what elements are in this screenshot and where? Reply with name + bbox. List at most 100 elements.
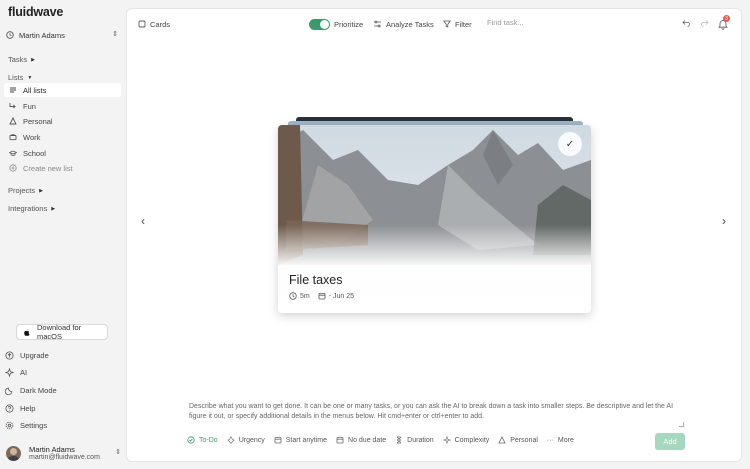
section-tasks[interactable]: Tasks ▶ xyxy=(8,55,35,64)
find-task-input[interactable]: Find task... xyxy=(487,18,524,27)
section-projects[interactable]: Projects ▶ xyxy=(8,186,43,195)
apple-icon xyxy=(23,328,31,337)
workspace-name: Martin Adams xyxy=(19,30,65,40)
square-icon xyxy=(138,20,146,28)
chip-label: Personal xyxy=(510,436,538,444)
workspace-switcher[interactable]: Martin Adams ⇕ xyxy=(6,30,120,40)
sidebar-item-dark-mode[interactable]: Dark Mode xyxy=(5,384,57,396)
cards-label: Cards xyxy=(150,19,171,29)
due-date-chip[interactable]: No due date xyxy=(336,436,386,444)
sidebar-item-label: Create new list xyxy=(23,163,73,173)
next-card-arrow[interactable]: › xyxy=(722,214,726,228)
create-new-list-button[interactable]: Create new list xyxy=(4,161,121,175)
plus-circle-icon xyxy=(9,164,17,172)
list-chip[interactable]: Personal xyxy=(498,436,538,444)
sidebar-item-label: Dark Mode xyxy=(20,385,57,395)
clock-icon xyxy=(289,292,297,300)
sidebar-item-ai[interactable]: AI xyxy=(5,366,27,378)
circle-check-icon xyxy=(187,436,195,444)
enter-icon xyxy=(9,102,17,110)
download-label: Download for macOS xyxy=(37,323,82,341)
more-chip[interactable]: ··· More xyxy=(547,437,574,444)
task-composer-input[interactable]: Describe what you want to get done. It c… xyxy=(189,402,689,422)
filter-icon xyxy=(443,20,451,28)
sidebar-item-label: Upgrade xyxy=(20,350,49,360)
chevron-updown-icon: ⇕ xyxy=(115,449,121,456)
gear-icon xyxy=(5,421,14,430)
caret-down-icon: ▼ xyxy=(27,74,33,81)
avatar xyxy=(6,446,21,461)
cards-view-button[interactable]: Cards xyxy=(138,18,170,30)
chip-label: Start anytime xyxy=(285,436,328,444)
urgency-chip[interactable]: Urgency xyxy=(227,436,265,444)
analyze-label: Analyze Tasks xyxy=(386,19,434,29)
chip-label: More xyxy=(557,436,574,444)
section-tasks-label: Tasks xyxy=(8,55,28,64)
chevron-updown-icon: ⇕ xyxy=(112,31,118,38)
sparkle-icon xyxy=(5,367,14,377)
filter-button[interactable]: Filter xyxy=(443,18,472,30)
brand-logo: fluidwave xyxy=(8,5,64,19)
calendar-icon xyxy=(336,436,344,444)
composer-options: To-Do Urgency Start anytime No due date … xyxy=(187,436,583,444)
sidebar-item-label: AI xyxy=(20,367,28,377)
caret-right-icon: ▶ xyxy=(39,187,43,194)
sidebar-item-fun[interactable]: Fun xyxy=(4,99,121,113)
due-value: - Jun 25 xyxy=(328,292,355,300)
user-name: Martin Adams xyxy=(29,445,75,454)
calendar-icon xyxy=(274,436,282,444)
toggle-switch[interactable] xyxy=(309,18,330,30)
sidebar-item-all-lists[interactable]: All lists xyxy=(4,83,121,97)
sidebar-item-upgrade[interactable]: Upgrade xyxy=(5,349,49,361)
sidebar-item-label: Fun xyxy=(23,101,36,111)
sidebar-item-label: Work xyxy=(23,132,41,142)
redo-icon[interactable] xyxy=(700,19,709,27)
main-panel: Cards Prioritize Analyze Tasks Filter Fi… xyxy=(126,8,742,462)
sidebar-item-settings[interactable]: Settings xyxy=(5,419,47,431)
prioritize-toggle[interactable]: Prioritize xyxy=(309,18,363,30)
sidebar-item-school[interactable]: School xyxy=(4,146,121,160)
ellipsis-icon: ··· xyxy=(546,436,554,444)
chip-label: No due date xyxy=(348,436,387,444)
graduation-cap-icon xyxy=(9,149,17,157)
checkmark-icon: ✓ xyxy=(565,138,575,150)
caret-right-icon: ▶ xyxy=(51,205,56,212)
clock-icon xyxy=(6,31,14,39)
help-icon xyxy=(5,404,14,413)
section-integrations[interactable]: Integrations ▶ xyxy=(8,204,55,213)
resize-handle[interactable] xyxy=(679,422,684,427)
sidebar-item-label: Personal xyxy=(23,116,53,126)
status-todo-chip[interactable]: To-Do xyxy=(187,436,218,444)
moon-icon xyxy=(5,386,14,395)
duration-info: 5m xyxy=(289,292,310,300)
prioritize-label: Prioritize xyxy=(334,19,364,29)
section-integrations-label: Integrations xyxy=(8,204,48,213)
chip-label: Duration xyxy=(407,436,434,444)
download-macos-button[interactable]: Download for macOS xyxy=(16,323,108,341)
sidebar-item-help[interactable]: Help xyxy=(5,402,35,414)
complete-check-button[interactable]: ✓ xyxy=(558,132,582,156)
previous-card-arrow[interactable]: ‹ xyxy=(141,214,145,228)
filter-label: Filter xyxy=(455,19,472,29)
notification-badge: 3 xyxy=(723,15,730,22)
duration-value: 5m xyxy=(300,292,310,300)
task-card[interactable]: ✓ File taxes 5m - Jun 25 xyxy=(278,125,591,313)
section-lists[interactable]: Lists ▼ xyxy=(8,73,32,82)
complexity-chip[interactable]: Complexity xyxy=(442,436,489,444)
add-task-button[interactable]: Add xyxy=(655,433,685,450)
undo-icon[interactable] xyxy=(682,19,691,27)
due-info: - Jun 25 xyxy=(318,292,354,300)
analyze-tasks-button[interactable]: Analyze Tasks xyxy=(373,18,434,30)
flame-icon xyxy=(227,436,235,444)
chip-label: To-Do xyxy=(199,436,218,444)
start-chip[interactable]: Start anytime xyxy=(274,436,327,444)
duration-chip[interactable]: Duration xyxy=(395,436,434,444)
section-projects-label: Projects xyxy=(8,186,36,195)
sidebar-item-work[interactable]: Work xyxy=(4,130,121,144)
sidebar-item-personal[interactable]: Personal xyxy=(4,114,121,128)
user-menu[interactable]: Martin Adams martin@fluidwave.com ⇕ xyxy=(5,444,121,464)
sliders-icon xyxy=(373,20,382,28)
upgrade-icon xyxy=(5,351,14,360)
sidebar-item-label: All lists xyxy=(23,85,47,95)
card-title: File taxes xyxy=(289,273,343,287)
